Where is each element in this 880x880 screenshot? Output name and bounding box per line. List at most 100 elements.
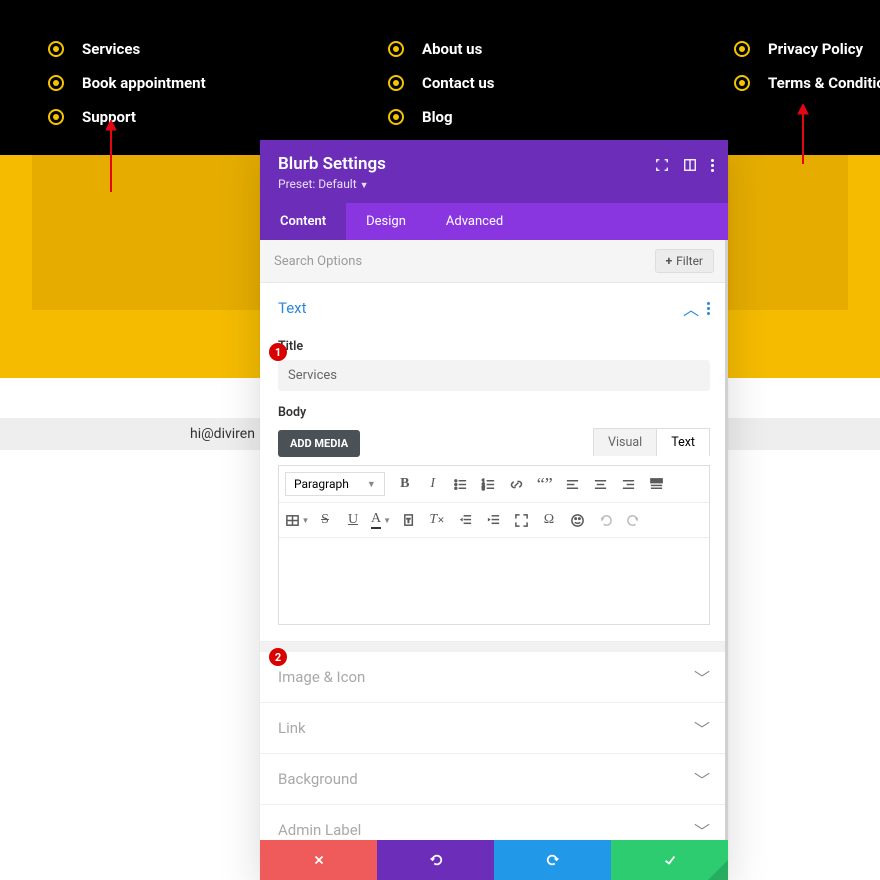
footer-link-blog[interactable]: Blog bbox=[388, 108, 734, 126]
search-input[interactable]: Search Options bbox=[274, 254, 362, 269]
svg-text:T: T bbox=[406, 518, 410, 524]
panel-body: Search Options +Filter Text ︿ Title Serv… bbox=[260, 240, 728, 840]
undo-button[interactable] bbox=[591, 507, 619, 533]
title-label: Title bbox=[278, 339, 710, 354]
text-tab[interactable]: Text bbox=[656, 429, 709, 456]
add-media-button[interactable]: ADD MEDIA bbox=[278, 430, 360, 457]
italic-button[interactable]: I bbox=[419, 471, 447, 497]
modal-footer-actions bbox=[260, 840, 728, 880]
footer-link-label: Book appointment bbox=[82, 74, 206, 92]
footer-link-support[interactable]: Support bbox=[48, 108, 388, 126]
chevron-down-icon: ﹀ bbox=[694, 665, 710, 689]
section-admin-label[interactable]: Admin Label ﹀ bbox=[260, 805, 728, 840]
bullet-icon bbox=[734, 41, 750, 57]
footer-link-book-appointment[interactable]: Book appointment bbox=[48, 74, 388, 92]
special-char-button[interactable]: Ω bbox=[535, 507, 563, 533]
svg-text:3: 3 bbox=[482, 486, 485, 492]
align-left-button[interactable] bbox=[559, 471, 587, 497]
contact-email: hi@diviren bbox=[190, 426, 255, 442]
footer-link-label: Services bbox=[82, 40, 140, 58]
section-text-header[interactable]: Text ︿ bbox=[260, 283, 728, 333]
fullscreen-button[interactable] bbox=[507, 507, 535, 533]
bullet-icon bbox=[388, 75, 404, 91]
title-input[interactable]: Services bbox=[278, 360, 710, 391]
footer-link-label: Contact us bbox=[422, 74, 495, 92]
undo-history-button[interactable] bbox=[377, 840, 494, 880]
section-text: Text ︿ Title Services Body ADD MEDIA Vis… bbox=[260, 283, 728, 642]
footer-link-label: About us bbox=[422, 40, 482, 58]
search-row: Search Options +Filter bbox=[260, 240, 728, 283]
bullet-icon bbox=[388, 41, 404, 57]
visual-tab[interactable]: Visual bbox=[594, 429, 656, 456]
modal-header[interactable]: Blurb Settings Preset: Default ▼ bbox=[260, 140, 728, 203]
footer-link-terms-conditions[interactable]: Terms & Conditions bbox=[734, 74, 880, 92]
format-select[interactable]: Paragraph▼ bbox=[285, 472, 385, 496]
text-color-button[interactable]: A▼ bbox=[367, 507, 395, 533]
section-link[interactable]: Link ﹀ bbox=[260, 703, 728, 754]
chevron-down-icon: ﹀ bbox=[694, 818, 710, 840]
chevron-down-icon: ﹀ bbox=[694, 767, 710, 791]
underline-button[interactable]: U bbox=[339, 507, 367, 533]
emoji-button[interactable] bbox=[563, 507, 591, 533]
bullet-icon bbox=[734, 75, 750, 91]
table-button[interactable]: ▼ bbox=[283, 507, 311, 533]
footer-link-services[interactable]: Services bbox=[48, 40, 388, 58]
columns-icon[interactable] bbox=[683, 158, 697, 172]
blurb-settings-modal: Blurb Settings Preset: Default ▼ Content… bbox=[260, 140, 728, 880]
footer-link-about-us[interactable]: About us bbox=[388, 40, 734, 58]
modal-title: Blurb Settings bbox=[278, 154, 710, 174]
section-title: Image & Icon bbox=[278, 668, 365, 686]
tab-advanced[interactable]: Advanced bbox=[426, 203, 523, 240]
bullet-list-button[interactable] bbox=[447, 471, 475, 497]
resize-handle-icon[interactable] bbox=[708, 860, 728, 880]
bullet-icon bbox=[48, 41, 64, 57]
footer-link-privacy-policy[interactable]: Privacy Policy bbox=[734, 40, 880, 58]
align-right-button[interactable] bbox=[615, 471, 643, 497]
tab-content[interactable]: Content bbox=[260, 203, 346, 240]
preset-selector[interactable]: Preset: Default ▼ bbox=[278, 177, 710, 191]
footer-link-label: Support bbox=[82, 108, 136, 126]
strikethrough-button[interactable]: S bbox=[311, 507, 339, 533]
section-title: Text bbox=[278, 299, 307, 317]
discard-button[interactable] bbox=[260, 840, 377, 880]
section-title: Link bbox=[278, 719, 306, 737]
bold-button[interactable]: B bbox=[391, 471, 419, 497]
settings-tabs: Content Design Advanced bbox=[260, 203, 728, 240]
scrollbar[interactable] bbox=[725, 240, 728, 840]
more-options-icon[interactable] bbox=[711, 159, 714, 172]
footer-link-contact-us[interactable]: Contact us bbox=[388, 74, 734, 92]
section-image-icon[interactable]: Image & Icon ﹀ bbox=[260, 652, 728, 703]
tab-design[interactable]: Design bbox=[346, 203, 426, 240]
editor-toolbar: Paragraph▼ B I 123 “” ▼ S bbox=[278, 465, 710, 625]
body-editor[interactable] bbox=[279, 538, 709, 624]
annotation-badge-2: 2 bbox=[269, 648, 287, 666]
footer-col-1: Services Book appointment Support bbox=[48, 0, 388, 155]
clear-formatting-button[interactable]: T✕ bbox=[423, 507, 451, 533]
editor-mode-tabs: Visual Text bbox=[593, 428, 710, 456]
bullet-icon bbox=[388, 109, 404, 125]
number-list-button[interactable]: 123 bbox=[475, 471, 503, 497]
toolbar-toggle-button[interactable] bbox=[643, 471, 671, 497]
section-background[interactable]: Background﹀ bbox=[260, 754, 728, 805]
paste-text-button[interactable]: T bbox=[395, 507, 423, 533]
filter-button[interactable]: +Filter bbox=[655, 249, 714, 273]
redo-button[interactable] bbox=[619, 507, 647, 533]
body-label: Body bbox=[278, 405, 710, 420]
outdent-button[interactable] bbox=[451, 507, 479, 533]
section-options-icon[interactable] bbox=[707, 302, 710, 315]
expand-icon[interactable] bbox=[655, 158, 669, 172]
chevron-down-icon: ﹀ bbox=[694, 716, 710, 740]
bullet-icon bbox=[48, 109, 64, 125]
chevron-up-icon: ︿ bbox=[683, 296, 699, 320]
redo-history-button[interactable] bbox=[494, 840, 611, 880]
indent-button[interactable] bbox=[479, 507, 507, 533]
footer-col-2: About us Contact us Blog bbox=[388, 0, 734, 155]
link-button[interactable] bbox=[503, 471, 531, 497]
bullet-icon bbox=[48, 75, 64, 91]
section-title: Admin Label bbox=[278, 821, 361, 839]
quote-button[interactable]: “” bbox=[531, 471, 559, 497]
align-center-button[interactable] bbox=[587, 471, 615, 497]
footer-link-label: Privacy Policy bbox=[768, 40, 863, 58]
footer-link-label: Terms & Conditions bbox=[768, 74, 880, 92]
site-footer: Services Book appointment Support About … bbox=[0, 0, 880, 155]
